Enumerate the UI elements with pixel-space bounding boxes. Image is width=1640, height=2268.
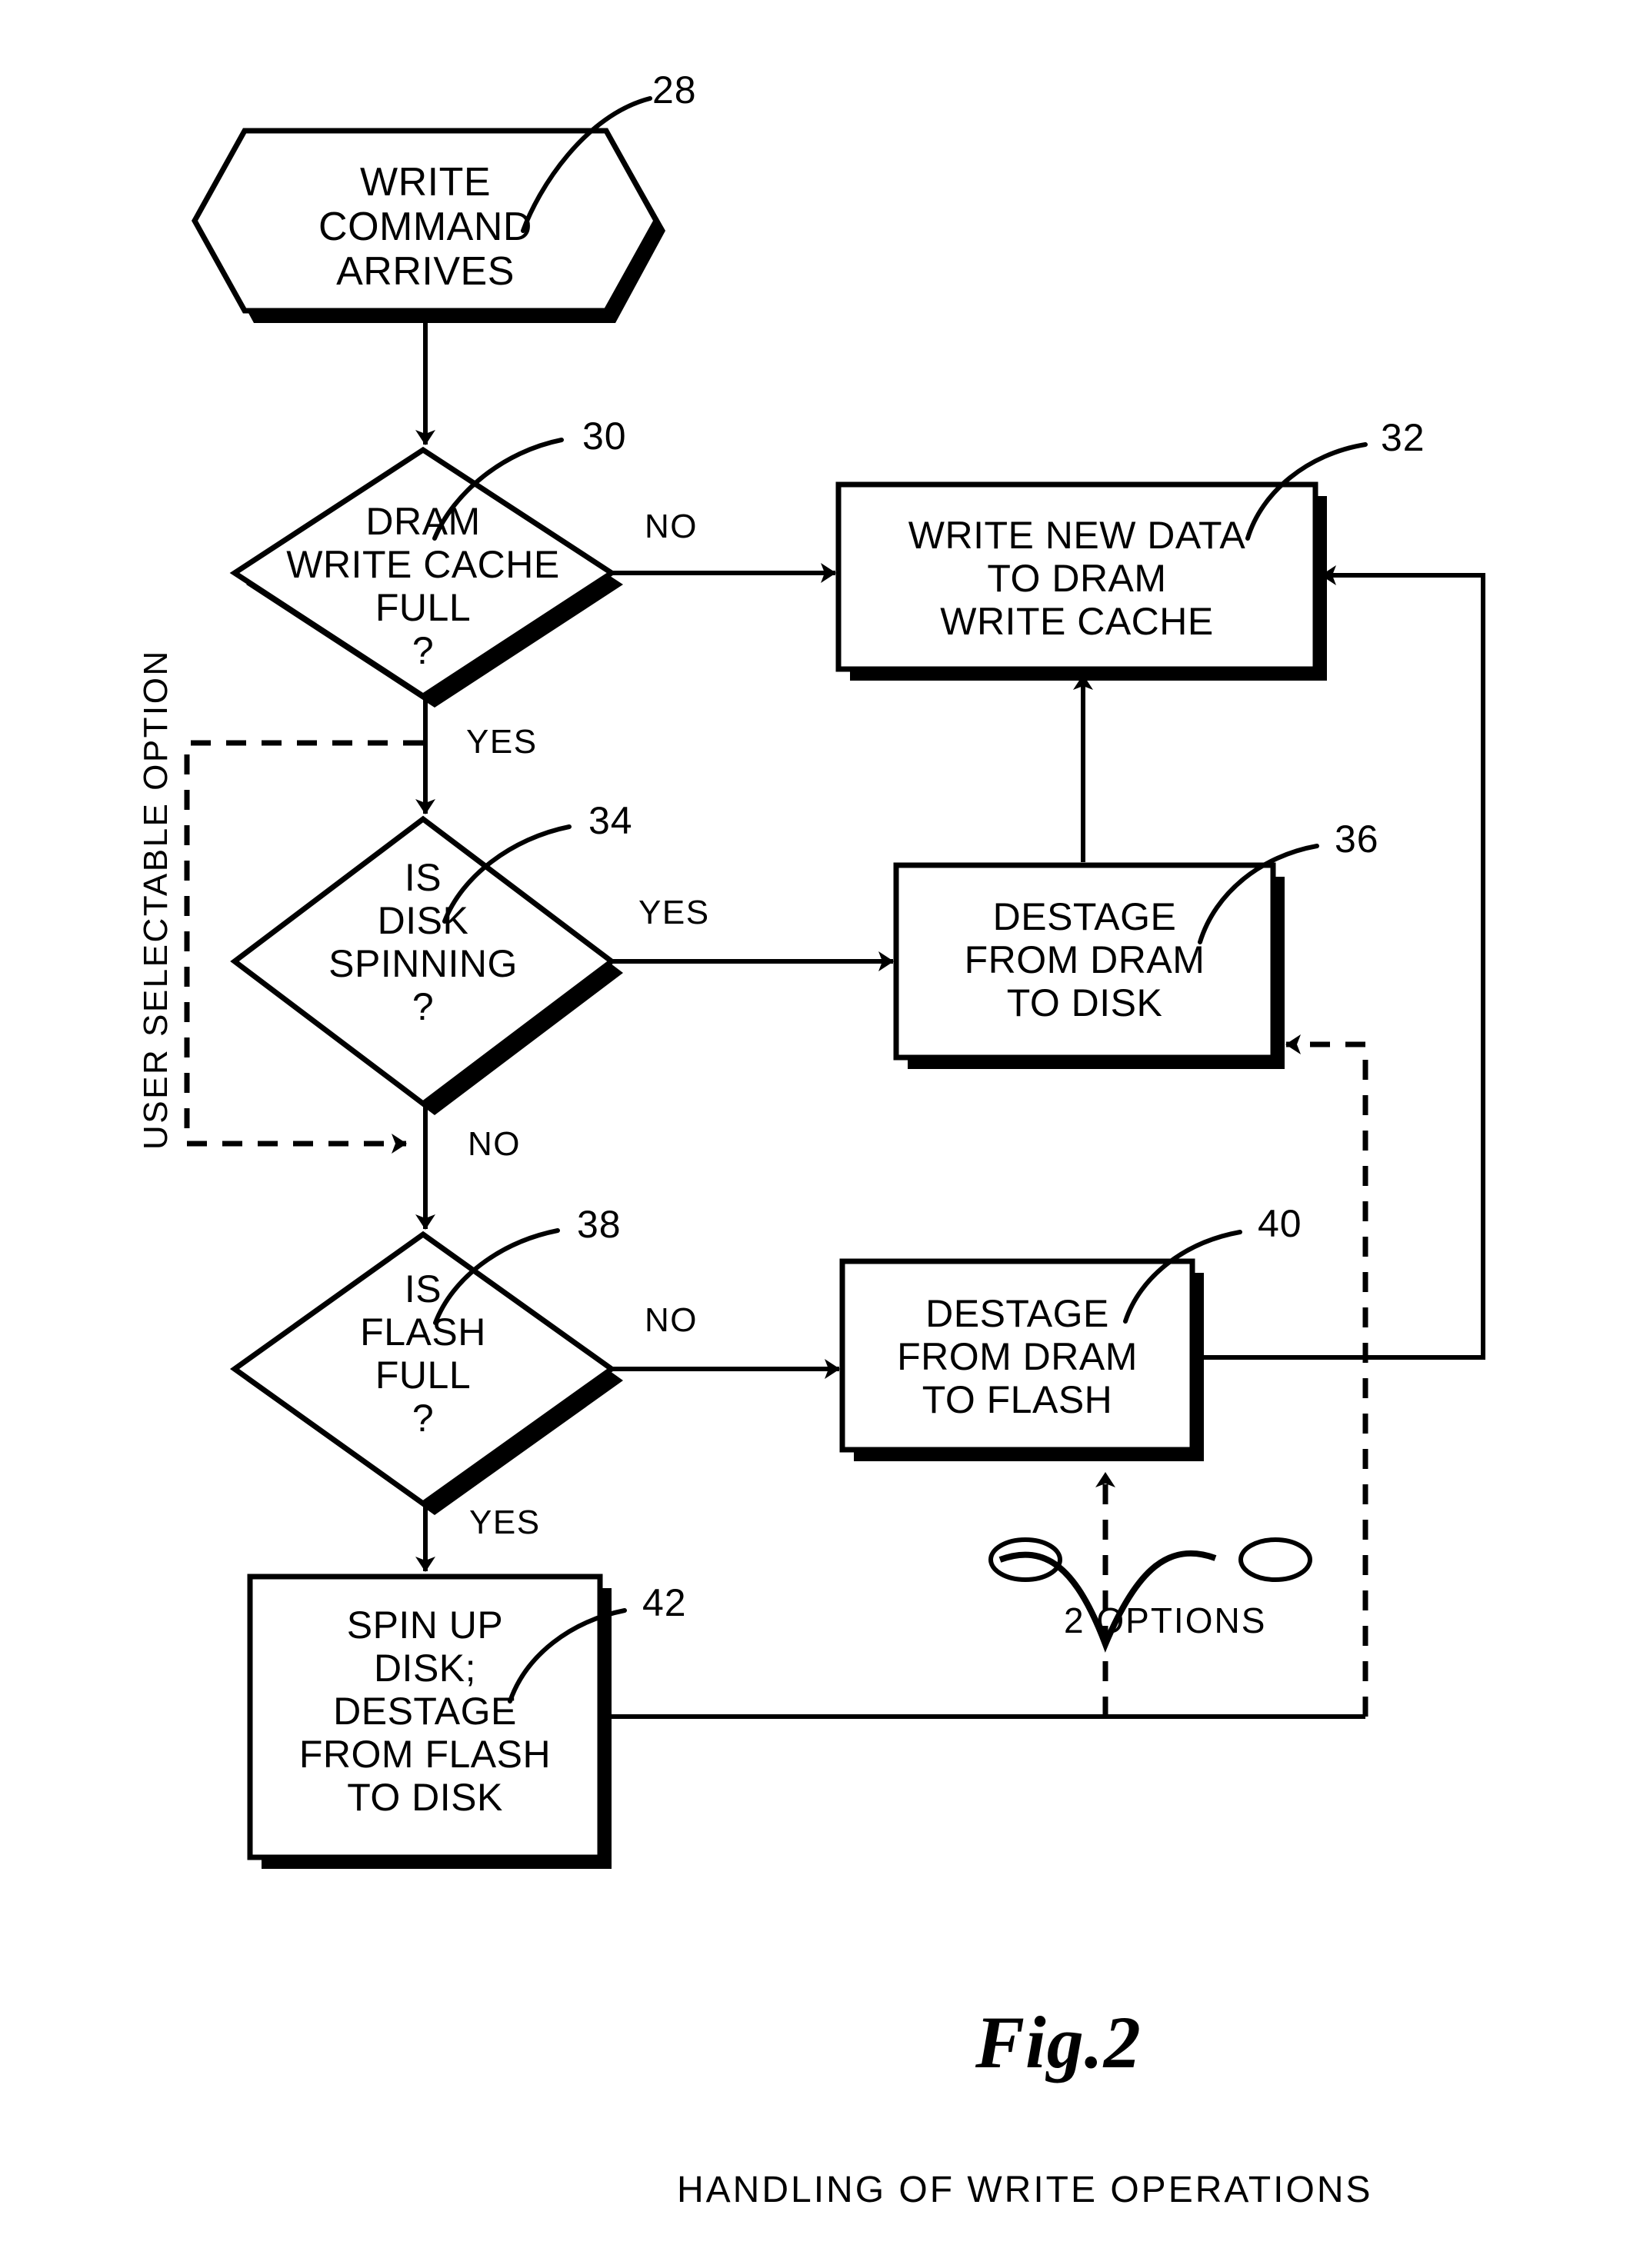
flowchart-graphics xyxy=(184,96,1485,1869)
figure-title: Fig.2 xyxy=(975,2001,1142,2083)
node-label-28: WRITE COMMAND ARRIVES xyxy=(318,160,532,295)
ref-number-38: 38 xyxy=(577,1203,622,1246)
patent-figure: WRITE COMMAND ARRIVES DRAM WRITE CACHE F… xyxy=(0,0,1640,2268)
node-label-30: DRAM WRITE CACHE FULL ? xyxy=(286,500,560,672)
ref-number-32: 32 xyxy=(1381,416,1425,459)
edge-label-dram-full-no: NO xyxy=(645,508,698,545)
node-label-36: DESTAGE FROM DRAM TO DISK xyxy=(964,895,1205,1024)
node-label-40: DESTAGE FROM DRAM TO FLASH xyxy=(897,1292,1138,1421)
node-label-34: IS DISK SPINNING ? xyxy=(328,856,518,1028)
ref-number-34: 34 xyxy=(588,799,633,842)
ref-number-28: 28 xyxy=(652,68,697,112)
edge-label-flash-full-no: NO xyxy=(645,1301,698,1339)
node-label-32: WRITE NEW DATA TO DRAM WRITE CACHE xyxy=(908,514,1246,643)
ref-number-42: 42 xyxy=(642,1581,687,1624)
edge-36-option-dashed xyxy=(1285,1034,1368,1717)
figure-caption: HANDLING OF WRITE OPERATIONS xyxy=(677,2170,1373,2210)
two-options-label: 2 OPTIONS xyxy=(1064,1600,1267,1640)
option-marker-right xyxy=(1238,1537,1312,1582)
ref-number-40: 40 xyxy=(1258,1202,1302,1245)
edge-label-disk-spinning-no: NO xyxy=(468,1125,521,1163)
user-selectable-option-label: USER SELECTABLE OPTION xyxy=(137,649,175,1150)
node-label-38: IS FLASH FULL ? xyxy=(360,1267,486,1440)
edge-label-flash-full-yes: YES xyxy=(469,1504,541,1541)
ref-number-36: 36 xyxy=(1335,818,1379,861)
node-label-42: SPIN UP DISK; DESTAGE FROM FLASH TO DISK xyxy=(298,1604,552,1819)
ref-number-30: 30 xyxy=(582,415,627,458)
edge-label-disk-spinning-yes: YES xyxy=(638,894,710,931)
edge-label-dram-full-yes: YES xyxy=(466,723,538,761)
